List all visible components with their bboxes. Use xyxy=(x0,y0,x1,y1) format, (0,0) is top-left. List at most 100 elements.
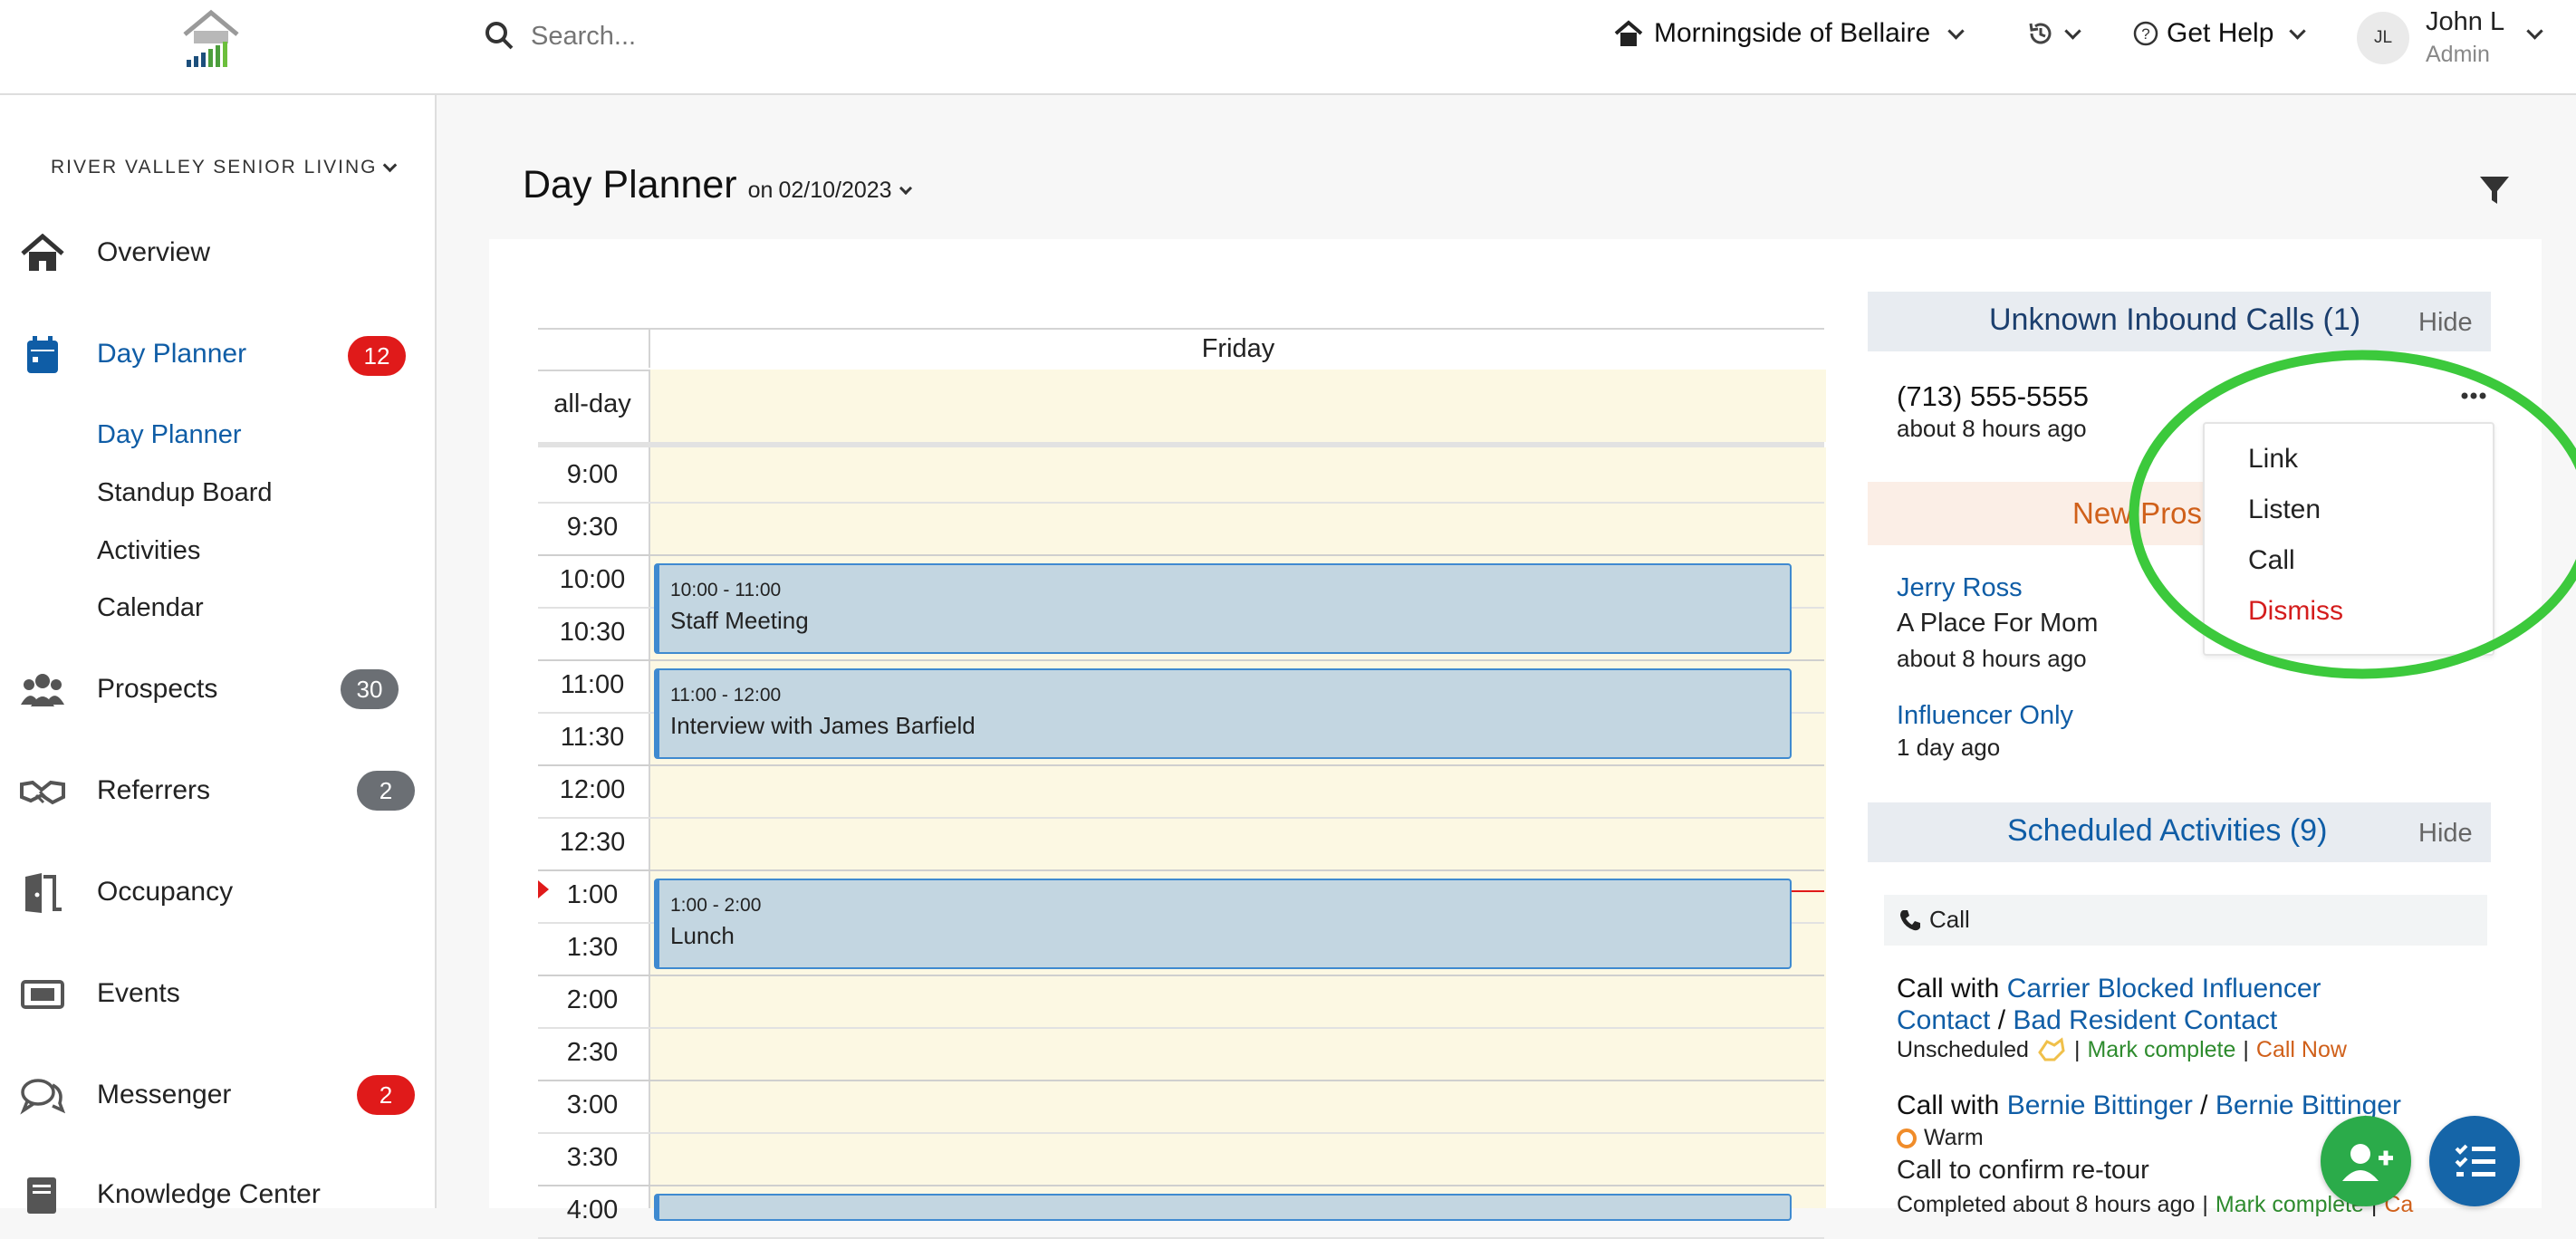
time-label: 1:00 xyxy=(566,880,619,909)
sidebar-subitem-activities[interactable]: Activities xyxy=(97,536,200,566)
time-slot-divider xyxy=(538,502,1824,504)
contact-link[interactable]: Bad Resident Contact xyxy=(2013,1005,2277,1035)
date-selector[interactable]: on 02/10/2023 xyxy=(748,178,912,204)
user-name[interactable]: John L xyxy=(2426,7,2504,37)
svg-text:?: ? xyxy=(2141,25,2149,43)
event-partial[interactable] xyxy=(654,1194,1792,1221)
home-icon xyxy=(21,234,64,271)
chevron-down-icon xyxy=(2064,22,2081,40)
sidebar-subitem-calendar[interactable]: Calendar xyxy=(97,593,204,623)
time-label: 4:00 xyxy=(566,1196,619,1225)
separator: | xyxy=(2243,1036,2249,1062)
event-time: 10:00 - 11:00 xyxy=(670,580,782,600)
prospect-time-ago: about 8 hours ago xyxy=(1897,645,2087,672)
user-role: Admin xyxy=(2426,42,2490,67)
avatar[interactable]: JL xyxy=(2357,12,2409,64)
sidebar-item-day-planner[interactable]: Day Planner xyxy=(97,339,246,370)
handshake-icon xyxy=(2038,1037,2065,1061)
all-day-row[interactable] xyxy=(649,370,1826,442)
event-interview[interactable]: 11:00 - 12:00 Interview with James Barfi… xyxy=(654,668,1792,759)
time-slot-divider xyxy=(538,1080,1824,1081)
sidebar-subitem-day-planner[interactable]: Day Planner xyxy=(97,420,242,450)
sidebar-item-referrers[interactable]: Referrers xyxy=(97,775,210,806)
users-icon xyxy=(21,674,64,706)
messenger-badge: 2 xyxy=(357,1075,415,1115)
now-indicator-arrow-icon xyxy=(538,880,549,898)
unknown-calls-title: Unknown Inbound Calls (1) xyxy=(1989,303,2361,337)
sidebar-item-prospects[interactable]: Prospects xyxy=(97,674,217,705)
mark-complete-link[interactable]: Mark complete xyxy=(2087,1037,2235,1063)
sidebar-item-knowledge-center[interactable]: Knowledge Center xyxy=(97,1179,321,1210)
chat-icon xyxy=(20,1079,65,1115)
time-slot-divider xyxy=(538,869,1824,871)
scheduled-activities-hide[interactable]: Hide xyxy=(2418,819,2473,849)
call-phone[interactable]: (713) 555-5555 xyxy=(1897,380,2089,413)
sidebar-item-overview[interactable]: Overview xyxy=(97,237,210,268)
prospect-link-jerry-ross[interactable]: Jerry Ross xyxy=(1897,573,2023,603)
event-time: 1:00 - 2:00 xyxy=(670,895,762,916)
sidebar: RIVER VALLEY SENIOR LIVING xyxy=(0,95,437,1208)
date-value: 02/10/2023 xyxy=(778,178,892,203)
home-icon xyxy=(1614,20,1643,46)
sidebar-item-occupancy[interactable]: Occupancy xyxy=(97,877,233,908)
activity-group-header xyxy=(1884,895,2487,946)
time-label: 3:30 xyxy=(566,1143,619,1172)
event-time: 11:00 - 12:00 xyxy=(670,685,782,706)
time-slot-divider xyxy=(538,659,1824,661)
history-button[interactable] xyxy=(2027,20,2081,47)
unknown-calls-hide[interactable]: Hide xyxy=(2418,308,2473,338)
day-column[interactable] xyxy=(649,447,1826,1208)
activity-temperature: Warm xyxy=(1897,1125,1984,1151)
checklist-icon xyxy=(2455,1144,2495,1177)
sidebar-subitem-standup-board[interactable]: Standup Board xyxy=(97,478,272,508)
time-label: 3:00 xyxy=(566,1090,619,1119)
activity-prefix: Call with xyxy=(1897,1090,2000,1120)
community-selector[interactable]: Morningside of Bellaire xyxy=(1614,18,1965,49)
contact-link[interactable]: Contact xyxy=(1897,1005,1990,1035)
help-label: Get Help xyxy=(2167,18,2274,48)
logo-icon[interactable] xyxy=(181,7,241,67)
activity-status: Unscheduled xyxy=(1897,1036,2029,1062)
annotation-circle xyxy=(2129,350,2576,679)
org-selector[interactable]: RIVER VALLEY SENIOR LIVING xyxy=(51,157,397,178)
handshake-icon xyxy=(20,780,65,805)
event-name: Lunch xyxy=(670,922,735,949)
completed-text: Completed about 8 hours ago xyxy=(1897,1192,2196,1217)
referrers-badge: 2 xyxy=(357,771,415,811)
time-slot-divider xyxy=(538,554,1824,556)
time-slot-divider xyxy=(538,764,1824,766)
search-input[interactable] xyxy=(529,16,985,56)
org-name: RIVER VALLEY SENIOR LIVING xyxy=(51,157,378,178)
chevron-down-icon xyxy=(2289,22,2307,40)
community-name: Morningside of Bellaire xyxy=(1654,18,1931,48)
activity-prefix: Call with xyxy=(1897,974,2000,1004)
event-staff-meeting[interactable]: 10:00 - 11:00 Staff Meeting xyxy=(654,563,1792,654)
time-label: 2:30 xyxy=(566,1038,619,1067)
time-slot-divider xyxy=(538,817,1824,819)
help-menu[interactable]: ? Get Help xyxy=(2132,18,2307,49)
sidebar-item-messenger[interactable]: Messenger xyxy=(97,1080,231,1110)
filter-icon[interactable] xyxy=(2478,174,2511,206)
tasks-button[interactable] xyxy=(2429,1116,2520,1206)
time-label: 9:00 xyxy=(566,460,619,489)
time-label: 1:30 xyxy=(566,933,619,962)
separator: | xyxy=(2073,1036,2081,1062)
all-day-label: all-day xyxy=(553,389,631,418)
event-lunch[interactable]: 1:00 - 2:00 Lunch xyxy=(654,879,1792,969)
time-slot-divider xyxy=(538,1185,1824,1186)
top-bar: Morningside of Bellaire ? Get Help JL Jo… xyxy=(0,0,2576,95)
phone-icon xyxy=(1900,910,1920,931)
add-prospect-button[interactable] xyxy=(2321,1116,2411,1206)
call-now-link[interactable]: Call Now xyxy=(2256,1037,2347,1063)
prospects-badge: 30 xyxy=(341,669,399,709)
sidebar-item-events[interactable]: Events xyxy=(97,978,180,1009)
chevron-down-icon[interactable] xyxy=(2526,23,2543,40)
event-name: Staff Meeting xyxy=(670,607,809,634)
contact-link[interactable]: Carrier Blocked Influencer xyxy=(2007,974,2321,1004)
prospect-link-influencer-only[interactable]: Influencer Only xyxy=(1897,701,2073,731)
warm-indicator-icon xyxy=(1897,1128,1917,1148)
time-slot-divider xyxy=(538,1132,1824,1134)
separator: | xyxy=(2202,1192,2208,1217)
contact-link[interactable]: Bernie Bittinger xyxy=(2007,1090,2193,1120)
activity-group-label: Call xyxy=(1929,906,1970,933)
